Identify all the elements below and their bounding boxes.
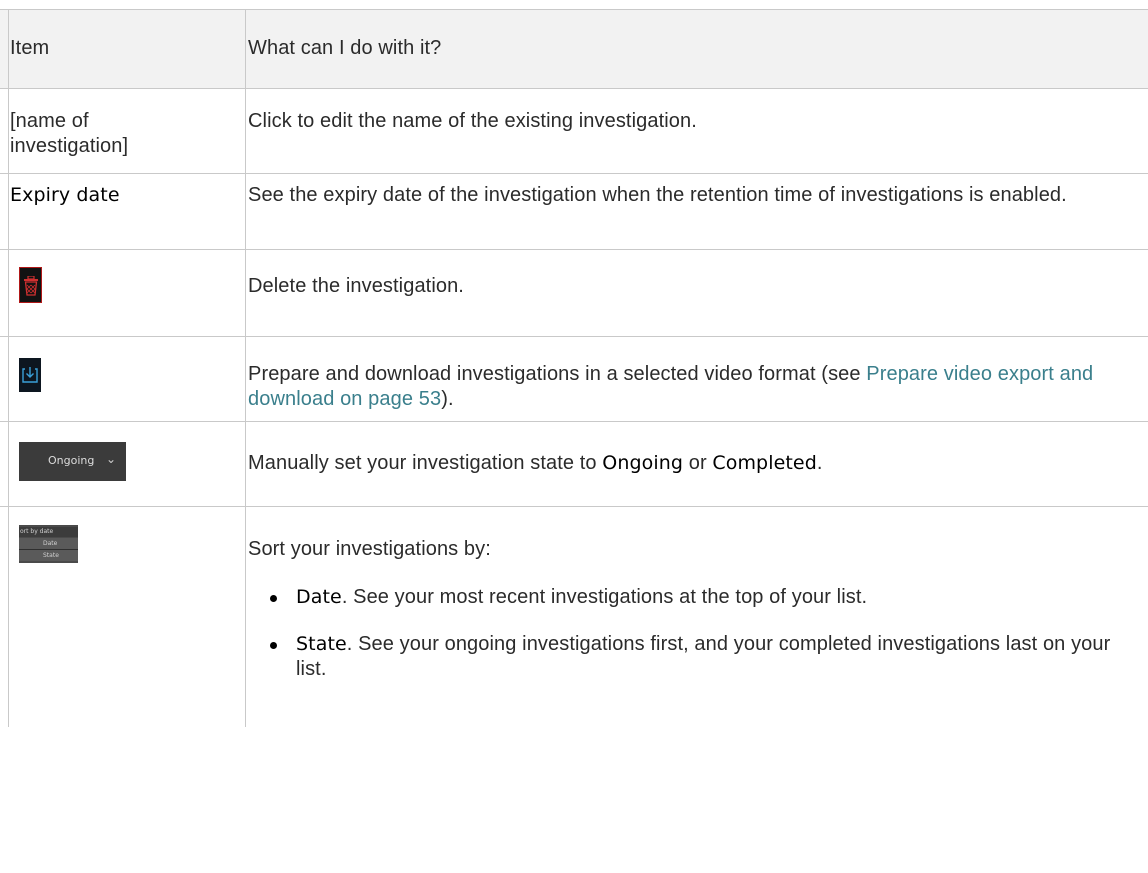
sort-options-list: Date. See your most recent investigation…	[248, 585, 1128, 682]
row-description: Delete the investigation.	[248, 275, 464, 297]
dropdown-label: Ongoing	[48, 454, 95, 467]
list-item: Date. See your most recent investigation…	[248, 585, 1128, 610]
row-description: Click to edit the name of the existing i…	[248, 110, 697, 132]
chevron-down-icon: ⌄	[106, 452, 117, 466]
items-table: Item What can I do with it? [name of inv…	[0, 9, 1148, 727]
item-name-of-investigation: [name of investigation]	[10, 110, 129, 157]
row-description: Prepare and download investigations in a…	[248, 363, 1094, 410]
trash-icon	[19, 267, 42, 303]
table-row: Prepare and download investigations in a…	[0, 337, 1148, 422]
table-row: [name of investigation] Click to edit th…	[0, 89, 1148, 174]
investigation-state-dropdown: Ongoing ⌄	[19, 442, 126, 481]
row-description: Sort your investigations by: Date. See y…	[248, 537, 1128, 682]
sort-intro: Sort your investigations by:	[248, 538, 491, 560]
sort-dropdown-thumbnail: ort by date Date State	[19, 525, 78, 563]
header-cell-what: What can I do with it?	[246, 10, 1148, 88]
table-row: ort by date Date State Sort your investi…	[0, 507, 1148, 727]
table-header-row: Item What can I do with it?	[0, 10, 1148, 89]
list-item: State. See your ongoing investigations f…	[248, 632, 1128, 682]
table-row: Ongoing ⌄ Manually set your investigatio…	[0, 422, 1148, 507]
row-description: Manually set your investigation state to…	[248, 452, 823, 474]
header-item-label: Item	[10, 37, 50, 59]
header-what-label: What can I do with it?	[248, 37, 442, 59]
table-row: Delete the investigation.	[0, 250, 1148, 337]
header-cell-item: Item	[8, 10, 246, 88]
table-row: Expiry date See the expiry date of the i…	[0, 174, 1148, 250]
item-expiry-date: Expiry date	[10, 184, 120, 206]
download-icon	[19, 358, 41, 392]
row-description: See the expiry date of the investigation…	[248, 184, 1067, 206]
